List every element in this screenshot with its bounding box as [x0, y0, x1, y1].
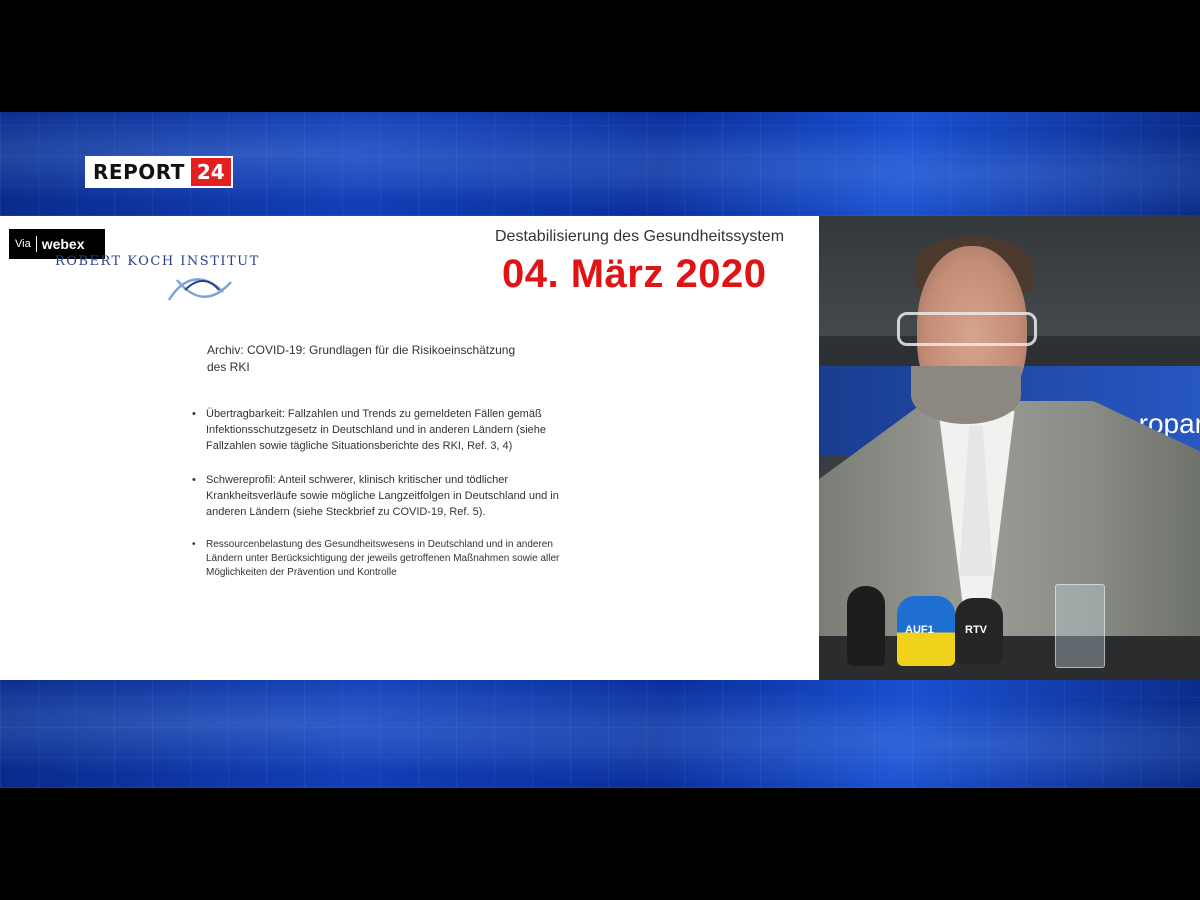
- microphone-auf1: AUF1: [897, 596, 955, 666]
- logo-number: 24: [190, 158, 231, 186]
- bullet-item: Übertragbarkeit: Fallzahlen und Trends z…: [192, 406, 587, 454]
- logo-word: REPORT: [87, 158, 191, 186]
- webex-via: Via: [15, 238, 31, 250]
- presentation-slide: Via webex ROBERT KOCH INSTITUT Destabili…: [0, 216, 819, 680]
- microphone-rtv: RTV: [955, 598, 1003, 664]
- webex-separator: [35, 236, 37, 252]
- mic-label: RTV: [965, 624, 987, 636]
- report24-logo: REPORT 24: [85, 156, 233, 188]
- mic-label: AUF1: [905, 624, 934, 636]
- speaker-video: ropar AUF1 RTV: [819, 216, 1200, 680]
- institute-name: ROBERT KOCH INSTITUT: [55, 254, 260, 269]
- speaker-glasses: [897, 312, 1037, 346]
- speaker-beard: [911, 366, 1021, 424]
- rki-logo-icon: [167, 278, 232, 301]
- webex-brand: webex: [41, 236, 85, 252]
- bullet-list: Übertragbarkeit: Fallzahlen und Trends z…: [192, 406, 587, 580]
- document-title: Archiv: COVID-19: Grundlagen für die Ris…: [207, 343, 516, 374]
- slide-date: 04. März 2020: [502, 252, 767, 296]
- bullet-item: Ressourcenbelastung des Gesundheitswesen…: [192, 538, 587, 580]
- slide-title: Destabilisierung des Gesundheitssystem: [495, 228, 785, 245]
- microphone: [847, 586, 885, 666]
- water-glass: [1055, 584, 1105, 668]
- bullet-item: Schwereprofil: Anteil schwerer, klinisch…: [192, 472, 587, 520]
- broadcast-bottom-band: [0, 680, 1200, 788]
